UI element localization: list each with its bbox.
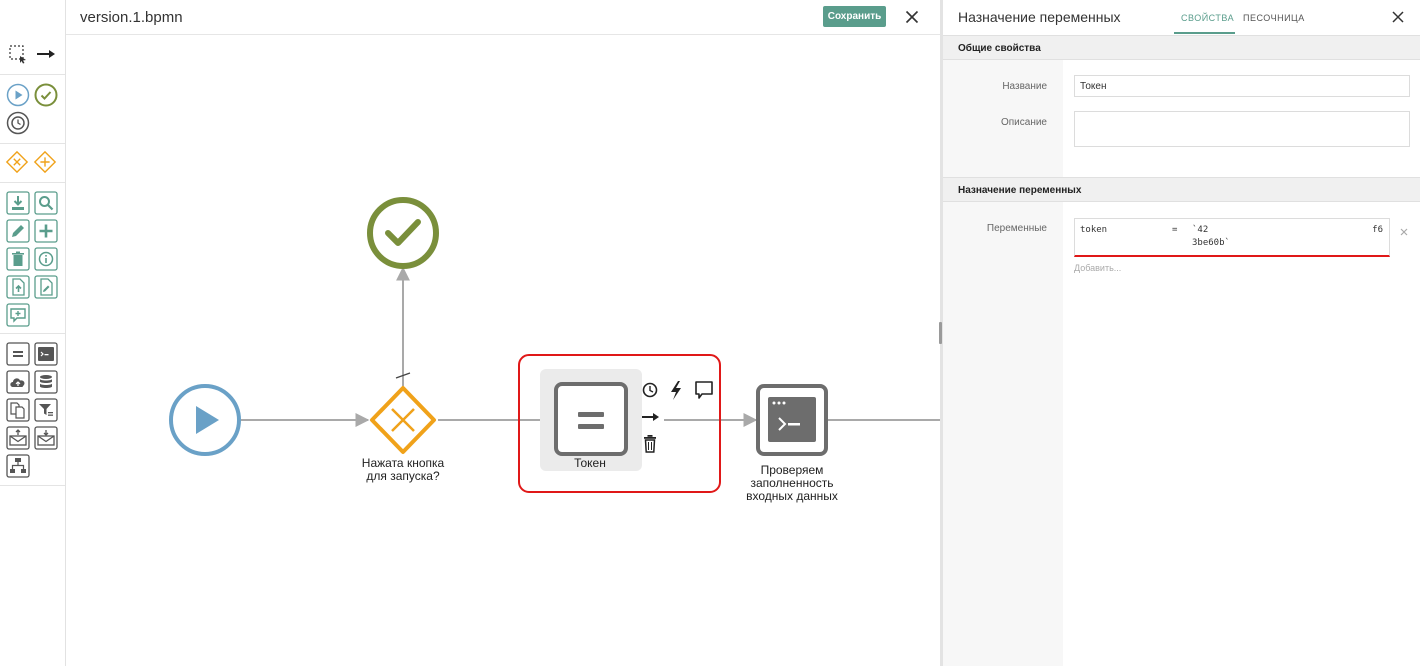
- variable-name[interactable]: token: [1080, 225, 1107, 235]
- add-variable-link[interactable]: Добавить...: [1074, 263, 1121, 273]
- variable-row[interactable]: token = `42 f6 3be60b`: [1074, 218, 1390, 257]
- lasso-tool-icon[interactable]: [6, 42, 30, 66]
- trash-icon[interactable]: [644, 435, 656, 453]
- palette-group-events: [0, 75, 65, 144]
- timer-icon[interactable]: [642, 382, 658, 398]
- diagram-canvas[interactable]: Нажата кнопка для запуска? Токен Проверя…: [66, 36, 940, 666]
- close-icon[interactable]: [1390, 9, 1406, 25]
- start-event-icon[interactable]: [6, 83, 30, 107]
- comment-task-icon[interactable]: [6, 303, 30, 327]
- description-field[interactable]: [1074, 111, 1410, 147]
- upload-file-icon[interactable]: [6, 275, 30, 299]
- variables-label: Переменные: [986, 223, 1047, 234]
- comment-icon[interactable]: [695, 381, 713, 399]
- close-icon[interactable]: [902, 7, 922, 27]
- receive-mail-icon[interactable]: [34, 426, 58, 450]
- info-task-icon[interactable]: [34, 247, 58, 271]
- exclusive-gateway[interactable]: [370, 386, 436, 454]
- assign-variable-icon[interactable]: [6, 342, 30, 366]
- palette-group-actions: [0, 334, 65, 486]
- gateway-label: Нажата кнопка для запуска?: [338, 457, 468, 483]
- variable-value-end[interactable]: f6: [1372, 225, 1383, 235]
- name-label: Название: [1002, 81, 1047, 92]
- properties-panel: Назначение переменных СВОЙСТВА ПЕСОЧНИЦА…: [943, 0, 1420, 666]
- gateway-label-line2: для запуска?: [366, 469, 440, 483]
- task-check-input[interactable]: [756, 384, 828, 456]
- task-check-label: Проверяем заполненность входных данных: [732, 464, 852, 503]
- panel-title: Назначение переменных: [958, 9, 1121, 25]
- arrow-icon[interactable]: [642, 413, 659, 421]
- bpmn-editor: version.1.bpmn Сохранить Нажата кнопка д…: [0, 0, 1420, 666]
- file-title: version.1.bpmn: [80, 9, 183, 26]
- delete-task-icon[interactable]: [6, 247, 30, 271]
- filter-task-icon[interactable]: [34, 398, 58, 422]
- search-task-icon[interactable]: [34, 191, 58, 215]
- send-mail-icon[interactable]: [6, 426, 30, 450]
- bpmn-diagram: [169, 197, 940, 493]
- add-task-icon[interactable]: [34, 219, 58, 243]
- database-task-icon[interactable]: [34, 370, 58, 394]
- connect-tool-icon[interactable]: [34, 42, 58, 66]
- variable-value-line1[interactable]: `42: [1192, 225, 1208, 235]
- script-task-icon[interactable]: [34, 342, 58, 366]
- tool-palette: [0, 0, 66, 666]
- edit-file-icon[interactable]: [34, 275, 58, 299]
- panel-label-column: [943, 36, 1063, 666]
- description-label: Описание: [1000, 117, 1047, 128]
- palette-group-tools: [0, 0, 65, 75]
- subprocess-icon[interactable]: [6, 454, 30, 478]
- tab-active-indicator: [1174, 32, 1235, 34]
- tab-sandbox[interactable]: ПЕСОЧНИЦА: [1243, 13, 1305, 23]
- remove-variable-icon[interactable]: [1399, 224, 1409, 236]
- name-field[interactable]: [1074, 75, 1410, 97]
- palette-group-gateways: [0, 144, 65, 183]
- palette-group-tasks: [0, 183, 65, 334]
- task-token-label: Токен: [574, 456, 606, 470]
- task-check-label-line3: входных данных: [746, 489, 838, 503]
- save-button[interactable]: Сохранить: [823, 6, 886, 27]
- section-general-header[interactable]: Общие свойства: [943, 35, 1420, 60]
- cloud-task-icon[interactable]: [6, 370, 30, 394]
- section-variables-header[interactable]: Назначение переменных: [943, 177, 1420, 202]
- exclusive-gateway-icon[interactable]: [5, 150, 29, 174]
- download-task-icon[interactable]: [6, 191, 30, 215]
- variable-operator: =: [1172, 225, 1178, 235]
- end-event-icon[interactable]: [34, 83, 58, 107]
- lightning-icon[interactable]: [671, 381, 681, 400]
- splitter-grip[interactable]: [939, 322, 942, 344]
- timer-event-icon[interactable]: [6, 111, 30, 135]
- start-event[interactable]: [169, 384, 241, 456]
- parallel-gateway-icon[interactable]: [33, 150, 57, 174]
- copy-task-icon[interactable]: [6, 398, 30, 422]
- tab-properties[interactable]: СВОЙСТВА: [1181, 13, 1234, 23]
- editor-header: version.1.bpmn Сохранить: [66, 0, 940, 35]
- end-event[interactable]: [367, 197, 439, 269]
- variable-value-line2[interactable]: 3be60b`: [1192, 238, 1230, 248]
- edit-task-icon[interactable]: [6, 219, 30, 243]
